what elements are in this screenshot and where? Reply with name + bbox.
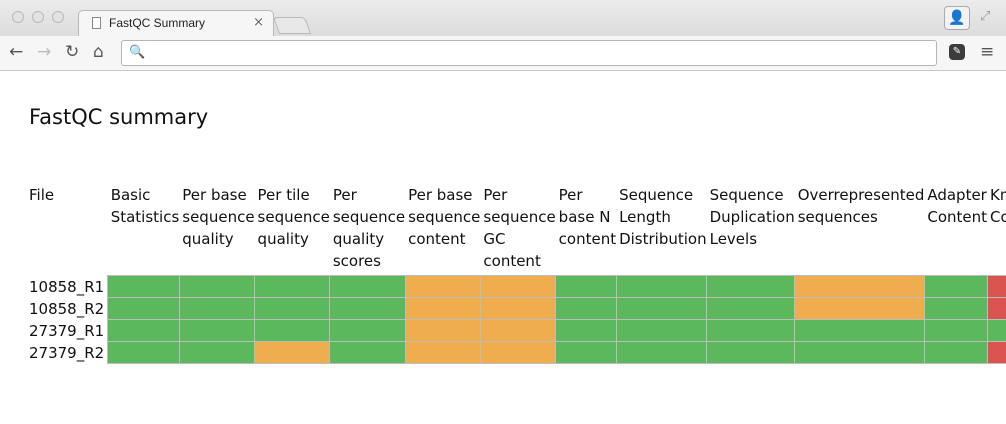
status-cell <box>923 297 988 320</box>
home-icon[interactable]: ⌂ <box>93 42 104 62</box>
status-cell <box>404 297 481 320</box>
table-row: 10858_R1 <box>26 275 1006 298</box>
status-cell <box>706 275 796 298</box>
table-row: 27379_R1 <box>26 319 1006 342</box>
status-cell <box>107 319 180 342</box>
file-name: 27379_R1 <box>29 321 105 340</box>
status-cell <box>706 319 796 342</box>
tab-close-icon[interactable]: × <box>253 15 264 30</box>
status-cell <box>178 319 256 342</box>
status-cell <box>794 341 925 364</box>
window-zoom-button[interactable] <box>52 11 64 23</box>
browser-tab[interactable]: FastQC Summary × <box>78 10 274 36</box>
column-header: Per base sequence content <box>408 186 481 248</box>
status-cell <box>555 297 617 320</box>
column-header: Overrepresented sequences <box>797 186 925 226</box>
status-cell <box>329 297 406 320</box>
status-cell <box>404 341 481 364</box>
window-minimize-button[interactable] <box>32 11 44 23</box>
status-cell <box>923 319 988 342</box>
status-cell <box>254 341 331 364</box>
extension-icon[interactable]: ✎ <box>949 44 965 60</box>
status-cell <box>923 341 988 364</box>
page-icon <box>92 17 101 29</box>
user-icon: 👤 <box>948 10 966 26</box>
status-cell <box>986 275 1006 298</box>
forward-icon[interactable]: → <box>37 42 51 62</box>
file-name: 10858_R1 <box>29 277 105 296</box>
table-row: 10858_R2 <box>26 297 1006 320</box>
status-cell <box>615 275 708 298</box>
status-cell <box>254 297 331 320</box>
column-header: Per tile sequence quality <box>257 186 330 248</box>
status-cell <box>329 275 406 298</box>
status-cell <box>107 297 180 320</box>
status-cell <box>178 341 256 364</box>
fullscreen-icon[interactable]: ⤢ <box>980 9 990 24</box>
column-header: Sequence Length Distribution <box>619 186 707 248</box>
status-cell <box>555 275 617 298</box>
back-icon[interactable]: ← <box>9 42 23 62</box>
status-cell <box>615 297 708 320</box>
status-cell <box>479 297 557 320</box>
window-titlebar: FastQC Summary × 👤 ⤢ <box>0 0 1006 36</box>
column-header: Sequence Duplication Levels <box>709 186 795 248</box>
status-cell <box>178 275 256 298</box>
file-name: 10858_R2 <box>29 299 105 318</box>
status-cell <box>107 341 180 364</box>
column-header: Per sequence GC content <box>483 186 556 270</box>
fastqc-summary-table: File Basic Statistics Per base sequence … <box>26 184 1006 364</box>
column-header: Per sequence quality scores <box>332 186 406 270</box>
status-cell <box>404 319 481 342</box>
page-title: FastQC summary <box>29 105 209 129</box>
status-cell <box>254 319 331 342</box>
status-cell <box>986 297 1006 320</box>
address-input[interactable] <box>148 44 932 64</box>
status-cell <box>986 319 1006 342</box>
browser-toolbar: ← → ↻ ⌂ 🔍 ✎ ≡ <box>0 36 1006 71</box>
status-cell <box>794 297 925 320</box>
table-header-row: File Basic Statistics Per base sequence … <box>26 184 1006 276</box>
status-cell <box>615 319 708 342</box>
status-cell <box>329 319 406 342</box>
status-cell <box>107 275 180 298</box>
status-cell <box>479 275 557 298</box>
search-icon: 🔍 <box>129 45 146 60</box>
status-cell <box>254 275 331 298</box>
window-close-button[interactable] <box>12 11 24 23</box>
status-cell <box>479 319 557 342</box>
new-tab-button[interactable] <box>272 17 312 34</box>
file-name: 27379_R2 <box>29 343 105 362</box>
status-cell <box>178 297 256 320</box>
column-header: File <box>29 186 55 204</box>
tab-title: FastQC Summary <box>109 16 206 30</box>
column-header: Basic Statistics <box>110 186 180 226</box>
status-cell <box>615 341 708 364</box>
column-header: Per base sequence quality <box>182 186 255 248</box>
column-header: Adapter Content <box>927 186 987 226</box>
status-cell <box>923 275 988 298</box>
status-cell <box>329 341 406 364</box>
status-cell <box>555 319 617 342</box>
status-cell <box>706 341 796 364</box>
menu-icon[interactable]: ≡ <box>980 42 994 62</box>
profile-button[interactable]: 👤 <box>944 6 970 30</box>
status-cell <box>479 341 557 364</box>
status-cell <box>986 341 1006 364</box>
address-bar[interactable]: 🔍 <box>121 40 937 66</box>
status-cell <box>404 275 481 298</box>
status-cell <box>555 341 617 364</box>
status-cell <box>794 275 925 298</box>
table-row: 27379_R2 <box>26 341 1006 364</box>
status-cell <box>706 297 796 320</box>
column-header: Per base N content <box>558 186 617 248</box>
status-cell <box>794 319 925 342</box>
column-header: Kmer Content <box>990 186 1006 226</box>
reload-icon[interactable]: ↻ <box>65 42 79 62</box>
